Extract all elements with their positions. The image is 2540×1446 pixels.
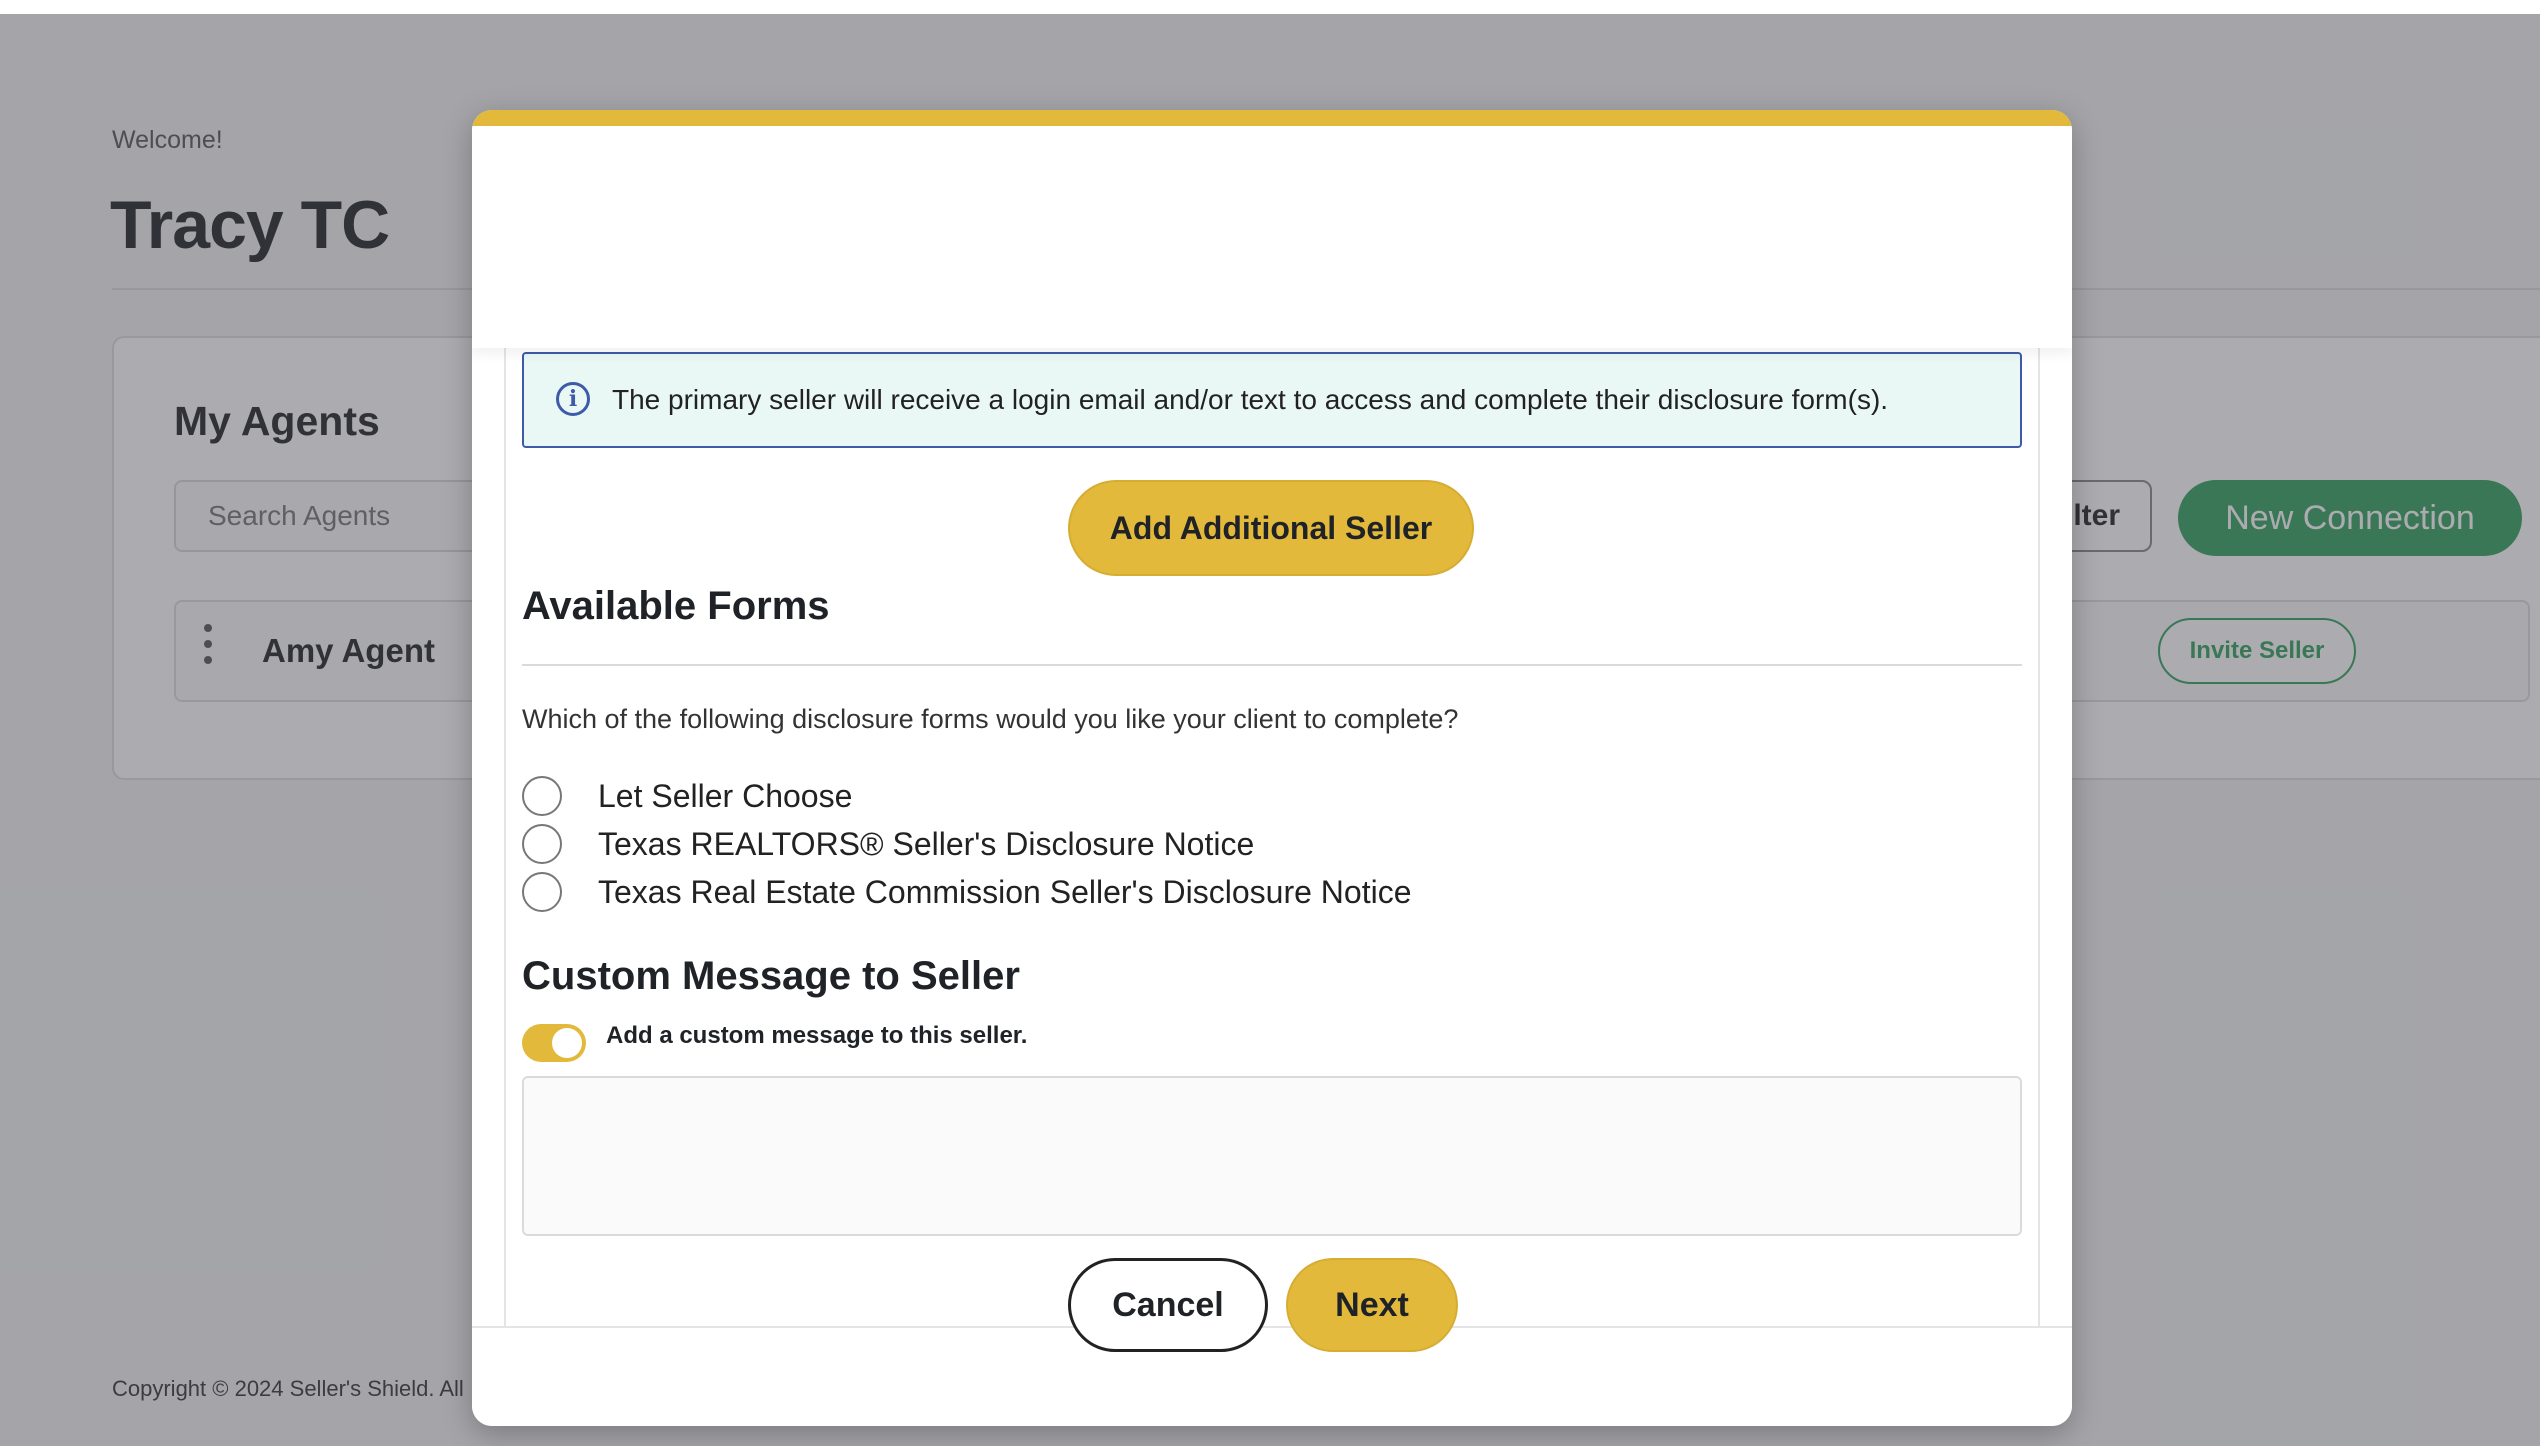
top-strip (0, 0, 2540, 14)
radio-button[interactable] (522, 776, 562, 816)
modal-header (472, 126, 2072, 348)
info-icon: i (556, 382, 590, 416)
radio-button[interactable] (522, 872, 562, 912)
toggle-knob (552, 1028, 582, 1058)
radio-label: Let Seller Choose (598, 777, 853, 814)
radio-texas-realtors[interactable]: Texas REALTORS® Seller's Disclosure Noti… (522, 822, 1254, 866)
modal-footer (472, 1326, 2072, 1426)
forms-divider (522, 664, 2022, 666)
radio-label: Texas REALTORS® Seller's Disclosure Noti… (598, 825, 1255, 862)
modal-accent-bar (472, 110, 2072, 126)
forms-question: Which of the following disclosure forms … (522, 704, 1459, 734)
custom-message-toggle[interactable] (522, 1024, 586, 1062)
custom-message-textarea[interactable] (522, 1076, 2022, 1236)
available-forms-title: Available Forms (522, 584, 830, 628)
radio-button[interactable] (522, 824, 562, 864)
info-banner-text: The primary seller will receive a login … (612, 384, 1889, 415)
custom-message-title: Custom Message to Seller (522, 954, 1020, 998)
next-button[interactable]: Next (1286, 1258, 1458, 1352)
custom-message-toggle-label: Add a custom message to this seller. (606, 1022, 1028, 1049)
radio-texas-real-estate-commission[interactable]: Texas Real Estate Commission Seller's Di… (522, 870, 1412, 914)
radio-label: Texas Real Estate Commission Seller's Di… (598, 873, 1412, 910)
add-additional-seller-button[interactable]: Add Additional Seller (1068, 480, 1474, 576)
radio-let-seller-choose[interactable]: Let Seller Choose (522, 774, 852, 818)
cancel-button[interactable]: Cancel (1068, 1258, 1268, 1352)
